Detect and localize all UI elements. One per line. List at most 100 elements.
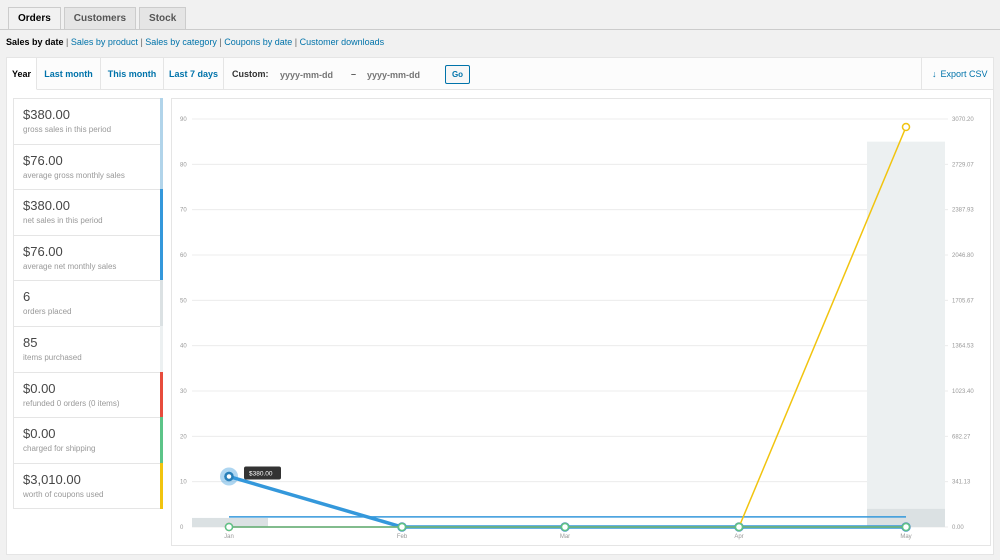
legend-description: average net monthly sales — [23, 261, 117, 271]
legend-color-bar — [160, 280, 163, 327]
legend-value: 85 — [23, 334, 38, 350]
legend-value: $380.00 — [23, 198, 70, 214]
y-left-tick-label: 0 — [180, 525, 184, 531]
legend-item[interactable]: $3,010.00 worth of coupons used — [14, 462, 163, 510]
tooltip-label: $380.00 — [249, 471, 273, 478]
y-right-tick-label: 341.13 — [952, 480, 971, 486]
y-right-tick-label: 2387.93 — [952, 208, 974, 214]
legend-description: orders placed — [23, 307, 72, 317]
legend-description: worth of coupons used — [23, 489, 104, 499]
legend-value: $76.00 — [23, 243, 63, 259]
range-last-month[interactable]: Last month — [37, 58, 101, 90]
legend-item[interactable]: $380.00 gross sales in this period — [14, 98, 163, 145]
y-right-tick-label: 1023.40 — [952, 389, 974, 395]
legend-item[interactable]: $0.00 refunded 0 orders (0 items) — [14, 371, 163, 419]
legend-color-bar — [160, 325, 163, 373]
tab-customers[interactable]: Customers — [63, 7, 137, 30]
legend-color-bar — [160, 462, 163, 510]
export-csv-button[interactable]: ↓ Export CSV — [921, 58, 993, 90]
subnav-sales-by-date[interactable]: Sales by date — [6, 37, 64, 47]
data-point[interactable] — [734, 522, 744, 532]
y-right-tick-label: 2046.80 — [952, 253, 974, 259]
legend-description: net sales in this period — [23, 216, 103, 226]
go-button[interactable]: Go — [445, 65, 470, 84]
y-left-tick-label: 50 — [180, 298, 187, 304]
x-tick-label: Apr — [734, 534, 743, 540]
y-left-tick-label: 70 — [180, 208, 187, 214]
legend-color-bar — [160, 371, 163, 419]
report-panel: Year Last month This month Last 7 days C… — [6, 57, 994, 555]
y-left-tick-label: 60 — [180, 253, 187, 259]
y-right-tick-label: 1364.53 — [952, 344, 974, 350]
legend-color-bar — [160, 189, 163, 236]
y-left-tick-label: 90 — [180, 117, 187, 123]
y-right-tick-label: 0.00 — [952, 525, 964, 531]
subnav-customer-downloads[interactable]: Customer downloads — [300, 37, 385, 47]
subnav-sales-by-category[interactable]: Sales by category — [145, 37, 217, 47]
range-last-7-days[interactable]: Last 7 days — [164, 58, 224, 90]
date-range-bar: Year Last month This month Last 7 days C… — [7, 58, 993, 90]
custom-range-label: Custom: — [232, 69, 269, 79]
sales-chart: 0 0.00 10 341.13 20 682.27 30 1023.40 40 1364.53 5… — [171, 98, 991, 546]
tab-stock[interactable]: Stock — [139, 7, 187, 30]
legend-description: items purchased — [23, 352, 82, 362]
legend-item[interactable]: $76.00 average net monthly sales — [14, 234, 163, 282]
y-right-tick-label: 1705.67 — [952, 298, 974, 304]
x-tick-label: Feb — [397, 534, 408, 540]
legend-value: $76.00 — [23, 152, 63, 168]
x-tick-label: May — [900, 534, 911, 540]
report-tabs: Orders Customers Stock — [8, 7, 187, 30]
x-tick-label: Jan — [224, 534, 234, 540]
y-left-tick-label: 40 — [180, 344, 187, 350]
legend-color-bar — [160, 234, 163, 282]
legend-color-bar — [160, 98, 163, 145]
chart-legend: $380.00 gross sales in this period $76.00 a… — [13, 98, 163, 510]
y-left-tick-label: 20 — [180, 434, 187, 440]
legend-value: 6 — [23, 289, 31, 305]
export-csv-label: Export CSV — [940, 69, 988, 79]
end-date-input[interactable] — [367, 67, 437, 82]
data-point[interactable] — [560, 522, 570, 532]
download-arrow-icon: ↓ — [932, 69, 937, 79]
legend-color-bar — [160, 143, 163, 191]
legend-description: average gross monthly sales — [23, 170, 125, 180]
start-date-input[interactable] — [280, 67, 350, 82]
legend-description: gross sales in this period — [23, 125, 112, 134]
y-right-tick-label: 3070.20 — [952, 117, 974, 123]
legend-value: $3,010.00 — [23, 471, 81, 487]
legend-value: $380.00 — [23, 107, 70, 122]
legend-color-bar — [160, 417, 163, 464]
hover-point[interactable] — [224, 471, 234, 482]
chart-bar — [867, 141, 945, 527]
subnav-sales-by-product[interactable]: Sales by product — [71, 37, 138, 47]
legend-value: $0.00 — [23, 426, 56, 442]
legend-item[interactable]: $0.00 charged for shipping — [14, 417, 163, 464]
x-tick-label: Mar — [560, 534, 570, 540]
series-line — [228, 475, 906, 528]
data-point[interactable] — [901, 122, 911, 132]
legend-description: charged for shipping — [23, 444, 96, 454]
y-left-tick-label: 30 — [180, 389, 187, 395]
data-point[interactable] — [901, 522, 911, 532]
range-year[interactable]: Year — [7, 58, 37, 90]
y-right-tick-label: 682.27 — [952, 434, 971, 440]
date-range-dash: – — [351, 69, 357, 79]
tab-orders[interactable]: Orders — [8, 7, 61, 30]
y-right-tick-label: 2729.07 — [952, 162, 974, 168]
legend-item[interactable]: $76.00 average gross monthly sales — [14, 143, 163, 191]
chart-canvas: 0 0.00 10 341.13 20 682.27 30 1023.40 40 1364.53 5… — [180, 117, 974, 540]
y-left-tick-label: 80 — [180, 162, 187, 168]
tab-divider — [0, 29, 1000, 30]
report-subnav: Sales by date | Sales by product | Sales… — [6, 37, 385, 47]
legend-item[interactable]: 6 orders placed — [14, 280, 163, 327]
y-left-tick-label: 10 — [180, 480, 187, 486]
legend-value: $0.00 — [23, 380, 56, 396]
legend-description: refunded 0 orders (0 items) — [23, 398, 120, 408]
legend-item[interactable]: $380.00 net sales in this period — [14, 189, 163, 236]
legend-item[interactable]: 85 items purchased — [14, 325, 163, 373]
data-point[interactable] — [397, 522, 407, 532]
data-point[interactable] — [224, 522, 234, 532]
subnav-coupons-by-date[interactable]: Coupons by date — [224, 37, 292, 47]
series-line — [228, 474, 906, 529]
range-this-month[interactable]: This month — [101, 58, 164, 90]
